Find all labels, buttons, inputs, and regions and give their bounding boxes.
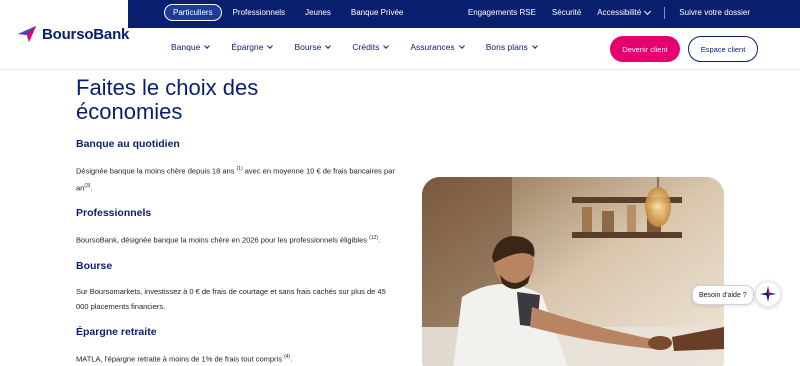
nav-credits[interactable]: Crédits bbox=[341, 38, 399, 56]
text: . bbox=[378, 235, 381, 245]
cafe-worker-photo bbox=[422, 177, 724, 366]
brand-name: BoursoBank bbox=[42, 25, 130, 43]
nav-label: Épargne bbox=[231, 42, 264, 52]
nav-label: Bourse bbox=[294, 42, 322, 52]
chevron-down-icon bbox=[204, 43, 211, 49]
nav-label: Crédits bbox=[352, 42, 380, 52]
divider bbox=[664, 6, 666, 19]
assistant-star-icon bbox=[760, 286, 776, 302]
utility-nav: Engagements RSE Sécurité Accessibilité S… bbox=[460, 4, 758, 21]
text: MATLA, l'épargne retraite à moins de 1% … bbox=[76, 354, 285, 363]
nav-label: Bons plans bbox=[485, 42, 528, 52]
title-line-1: Faites le choix des bbox=[76, 75, 259, 100]
nav-assurances[interactable]: Assurances bbox=[399, 38, 474, 56]
chevron-down-icon bbox=[325, 43, 332, 49]
espace-client-button[interactable]: Espace client bbox=[688, 36, 758, 62]
help-button[interactable] bbox=[755, 281, 781, 307]
page: BoursoBank Particuliers Professionnels J… bbox=[0, 0, 800, 366]
text: Désignée banque la moins chère depuis 18… bbox=[76, 166, 237, 176]
accessibilite-menu[interactable]: Accessibilité bbox=[589, 4, 658, 21]
section-text-epargne-retraite: MATLA, l'épargne retraite à moins de 1% … bbox=[76, 350, 396, 366]
section-heading-professionnels: Professionnels bbox=[76, 207, 152, 219]
engagements-link[interactable]: Engagements RSE bbox=[460, 4, 544, 21]
nav-banque[interactable]: Banque bbox=[160, 38, 220, 56]
text: BoursoBank, désignée banque la moins chè… bbox=[76, 235, 370, 245]
section-text-banque: Désignée banque la moins chère depuis 18… bbox=[76, 162, 396, 195]
main-content: Faites le choix des économies Banque au … bbox=[76, 76, 396, 366]
help-tooltip[interactable]: Besoin d'aide ? bbox=[692, 285, 754, 305]
chevron-down-icon bbox=[458, 43, 465, 49]
chevron-down-icon bbox=[267, 43, 274, 49]
tab-particuliers[interactable]: Particuliers bbox=[164, 4, 222, 21]
main-nav: Banque Épargne Bourse Crédits Assurances… bbox=[160, 38, 548, 56]
tab-banque-privee[interactable]: Banque Privée bbox=[342, 4, 412, 21]
site-header: BoursoBank Particuliers Professionnels J… bbox=[0, 0, 800, 70]
audience-nav: Particuliers Professionnels Jeunes Banqu… bbox=[164, 4, 414, 21]
chevron-down-icon bbox=[531, 43, 538, 49]
title-line-2: économies bbox=[76, 99, 183, 124]
section-heading-epargne-retraite: Épargne retraite bbox=[76, 325, 157, 338]
suivre-dossier-link[interactable]: Suivre votre dossier bbox=[671, 4, 758, 21]
text: Sur Boursomarkets, investissez à 0 € de … bbox=[76, 286, 386, 311]
text: . bbox=[290, 354, 293, 363]
section-text-bourse: Sur Boursomarkets, investissez à 0 € de … bbox=[76, 284, 396, 314]
brand-logo[interactable]: BoursoBank bbox=[16, 24, 129, 44]
chevron-down-icon bbox=[383, 43, 390, 49]
chevron-down-icon bbox=[644, 7, 652, 15]
nav-bons-plans[interactable]: Bons plans bbox=[475, 38, 548, 56]
tab-professionnels[interactable]: Professionnels bbox=[224, 4, 294, 21]
nav-label: Assurances bbox=[410, 42, 455, 52]
text: . bbox=[90, 183, 93, 192]
boursobank-star-icon bbox=[18, 26, 36, 42]
hero-photo bbox=[422, 177, 724, 366]
footnote-ref[interactable]: (12) bbox=[369, 235, 378, 241]
devenir-client-button[interactable]: Devenir client bbox=[610, 36, 680, 62]
top-bar: Particuliers Professionnels Jeunes Banqu… bbox=[128, 0, 800, 28]
section-heading-bourse: Bourse bbox=[76, 259, 113, 272]
page-title: Faites le choix des économies bbox=[76, 76, 396, 124]
nav-epargne[interactable]: Épargne bbox=[220, 38, 283, 56]
securite-link[interactable]: Sécurité bbox=[544, 4, 589, 21]
nav-label: Banque bbox=[171, 42, 201, 52]
tab-jeunes[interactable]: Jeunes bbox=[296, 4, 340, 21]
section-heading-banque: Banque au quotidien bbox=[76, 138, 180, 150]
accessibilite-label: Accessibilité bbox=[597, 8, 642, 17]
nav-bourse[interactable]: Bourse bbox=[283, 38, 341, 56]
section-text-professionnels: BoursoBank, désignée banque la moins chè… bbox=[76, 231, 396, 248]
